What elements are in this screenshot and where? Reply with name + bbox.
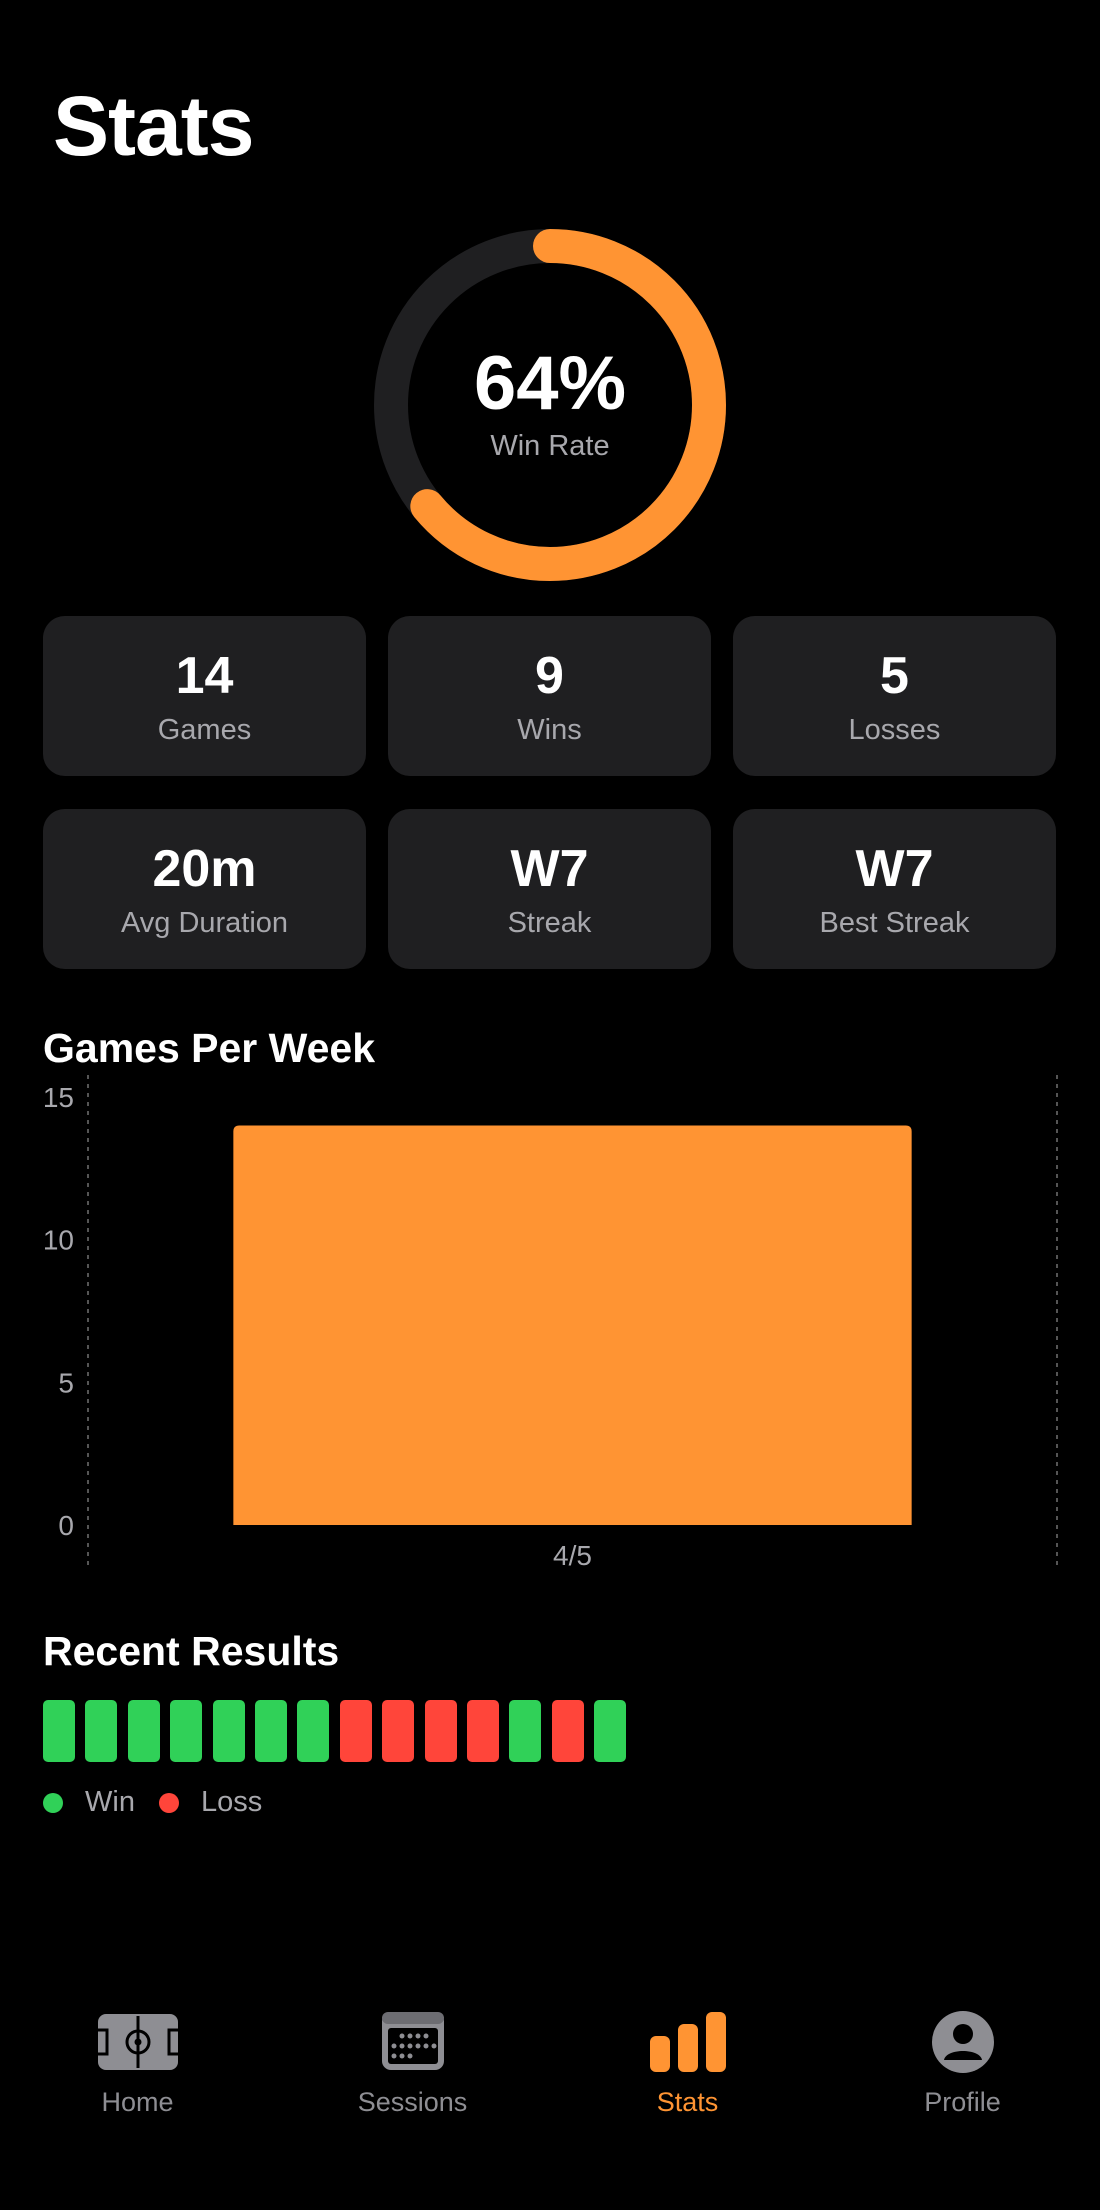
tab-sessions[interactable]: Sessions <box>275 1990 550 2150</box>
tab-home[interactable]: Home <box>0 1990 275 2150</box>
win-rate-text: 64% Win Rate <box>370 225 730 585</box>
win-rate-label: Win Rate <box>490 430 610 462</box>
result-win <box>85 1700 118 1762</box>
page-title: Stats <box>53 79 254 173</box>
result-loss <box>339 1700 372 1762</box>
tab-label: Profile <box>924 2087 1001 2117</box>
stat-card-best-streak: W7 Best Streak <box>733 809 1056 969</box>
win-dot-icon <box>43 1793 63 1813</box>
legend-label-loss: Loss <box>201 1786 263 1818</box>
stat-label: Avg Duration <box>120 907 289 939</box>
stat-label: Streak <box>507 907 592 939</box>
stat-value: W7 <box>510 840 589 898</box>
field-icon <box>98 2014 178 2070</box>
result-loss <box>551 1700 584 1762</box>
stats-grid: 14 Games 9 Wins 5 Losses 20m Avg Duratio… <box>43 616 1057 969</box>
stat-value: 5 <box>880 647 909 705</box>
result-win <box>212 1700 245 1762</box>
calendar-icon <box>382 2012 444 2070</box>
legend-label-win: Win <box>85 1786 135 1818</box>
stat-card-streak: W7 Streak <box>388 809 711 969</box>
result-win <box>594 1700 627 1762</box>
stat-card-losses: 5 Losses <box>733 616 1056 776</box>
y-tick-label: 15 <box>43 1082 74 1113</box>
result-win <box>43 1700 75 1762</box>
loss-dot-icon <box>159 1793 179 1813</box>
stat-value: 20m <box>152 840 257 898</box>
tab-label: Home <box>101 2087 174 2117</box>
recent-results-title: Recent Results <box>43 1628 340 1674</box>
win-rate-value: 64% <box>473 341 627 426</box>
stat-label: Losses <box>848 714 941 746</box>
tab-label: Stats <box>656 2087 719 2117</box>
bar <box>233 1125 912 1525</box>
win-rate-ring: 64% Win Rate <box>370 225 730 585</box>
result-win <box>127 1700 160 1762</box>
result-loss <box>424 1700 457 1762</box>
tab-label: Sessions <box>357 2087 468 2117</box>
chart-title: Games Per Week <box>43 1025 376 1071</box>
tab-profile[interactable]: Profile <box>825 1990 1100 2150</box>
stat-card-wins: 9 Wins <box>388 616 711 776</box>
stat-card-avg-duration: 20m Avg Duration <box>43 809 366 969</box>
result-win <box>297 1700 330 1762</box>
result-win <box>509 1700 542 1762</box>
result-win <box>255 1700 287 1762</box>
x-tick-label: 4/5 <box>553 1540 592 1571</box>
bar-chart-icon <box>650 2012 726 2072</box>
person-icon <box>932 2011 994 2073</box>
games-per-week-chart: 0 5 10 15 4/5 <box>43 1075 1058 1571</box>
result-loss <box>467 1700 499 1762</box>
result-win <box>170 1700 203 1762</box>
result-loss <box>382 1700 415 1762</box>
stat-value: W7 <box>855 840 934 898</box>
y-tick-label: 0 <box>58 1510 74 1541</box>
tab-bar: Home Sessions Stats Profile <box>0 1990 1100 2150</box>
y-tick-label: 10 <box>43 1225 74 1256</box>
stat-label: Wins <box>517 714 582 746</box>
stat-label: Games <box>157 714 252 746</box>
stat-value: 9 <box>535 647 564 705</box>
stat-value: 14 <box>175 647 234 705</box>
stat-card-games: 14 Games <box>43 616 366 776</box>
tab-stats[interactable]: Stats <box>550 1990 825 2150</box>
y-tick-label: 5 <box>58 1367 74 1398</box>
stat-label: Best Streak <box>819 907 970 939</box>
